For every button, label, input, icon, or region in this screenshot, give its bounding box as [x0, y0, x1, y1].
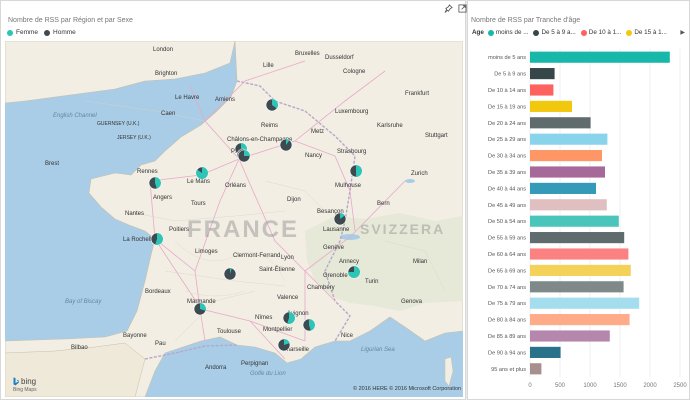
bar[interactable] — [530, 215, 619, 227]
map-legend: Femme Homme — [7, 29, 82, 36]
bar[interactable] — [530, 297, 640, 309]
region-pie-bubble[interactable] — [302, 318, 316, 332]
bar[interactable] — [530, 264, 631, 276]
bar[interactable] — [530, 182, 596, 194]
y-category-label: De 40 à 44 ans — [488, 186, 526, 192]
x-tick-label: 2000 — [643, 383, 657, 389]
bar-legend: Age moins de ... De 5 à 9 a... De 10 à 1… — [472, 29, 687, 36]
legend-homme-label: Homme — [53, 29, 76, 36]
y-category-label: De 45 à 49 ans — [488, 203, 526, 209]
map-title: Nombre de RSS par Région et par Sexe — [8, 17, 133, 24]
region-pie-bubble[interactable] — [265, 98, 279, 112]
pie-slice-femme — [244, 150, 250, 156]
bing-logo: bing — [13, 377, 36, 386]
bar[interactable] — [530, 199, 607, 211]
legend-label: De 15 à 1... — [634, 29, 667, 36]
bar-chart-title: Nombre de RSS par Tranche d'âge — [471, 17, 581, 24]
legend-dot — [580, 29, 587, 36]
y-category-label: De 90 à 94 ans — [488, 350, 526, 356]
y-category-label: De 70 à 74 ans — [488, 285, 526, 291]
region-pie-bubble[interactable] — [195, 166, 209, 180]
x-tick-label: 1500 — [613, 383, 627, 389]
x-tick-label: 2500 — [673, 383, 687, 389]
map-bubbles — [148, 98, 363, 352]
region-pie-bubble[interactable] — [333, 212, 347, 226]
region-pie-bubble[interactable] — [279, 138, 293, 152]
region-pie-bubble[interactable] — [150, 232, 164, 246]
bar[interactable] — [530, 232, 625, 244]
legend-femme-dot — [7, 29, 13, 36]
bar[interactable] — [530, 346, 561, 358]
x-tick-label: 0 — [528, 383, 532, 389]
bing-sublabel: Bing Maps — [13, 387, 37, 393]
map-copyright: © 2016 HERE © 2016 Microsoft Corporation — [353, 386, 462, 392]
region-pie-bubble[interactable] — [148, 176, 162, 190]
legend-item-10-a-14[interactable]: De 10 à 1... — [580, 29, 622, 36]
bar-chart-visual: Nombre de RSS par Tranche d'âge Age moin… — [467, 0, 690, 400]
legend-item-15-a-19[interactable]: De 15 à 1... — [626, 29, 667, 36]
bar[interactable] — [530, 117, 591, 129]
bing-icon — [13, 377, 19, 386]
legend-dot — [533, 29, 540, 36]
region-pie-bubble[interactable] — [282, 311, 296, 325]
bar[interactable] — [530, 68, 555, 80]
legend-homme-dot — [44, 29, 51, 36]
bar[interactable] — [530, 133, 608, 145]
region-pie-bubble[interactable] — [277, 338, 291, 352]
legend-item-moins-de-5[interactable]: moins de ... — [487, 29, 529, 36]
y-category-label: De 55 à 59 ans — [488, 236, 526, 242]
legend-item-femme[interactable]: Femme — [7, 29, 38, 36]
pin-icon[interactable] — [443, 4, 454, 15]
legend-item-5-a-9[interactable]: De 5 à 9 a... — [533, 29, 576, 36]
bar-chart-plot: 0 500 1000 1500 2000 2500 moins de 5 ans De 5 à… — [488, 49, 687, 389]
bar[interactable] — [530, 314, 630, 326]
y-category-label: moins de 5 ans — [488, 55, 526, 61]
legend-next-arrow-icon[interactable]: ▶ — [680, 29, 685, 36]
y-category-label: De 25 à 29 ans — [488, 137, 526, 143]
legend-label: moins de ... — [495, 29, 529, 36]
y-category-label: De 60 à 64 ans — [488, 252, 526, 258]
map-canvas[interactable]: English Channel Bay of Biscay Ligurian S… — [5, 41, 463, 397]
y-category-label: De 75 à 79 ans — [488, 301, 526, 307]
bar[interactable] — [530, 363, 542, 375]
y-category-label: De 80 à 84 ans — [488, 318, 526, 324]
bar[interactable] — [530, 84, 554, 96]
bar[interactable] — [530, 166, 605, 178]
y-category-label: De 85 à 89 ans — [488, 334, 526, 340]
y-category-label: De 30 à 34 ans — [488, 154, 526, 160]
bar-legend-heading: Age — [472, 29, 484, 36]
region-pie-bubble[interactable] — [349, 164, 363, 178]
legend-dot — [487, 29, 494, 36]
map-visual: Nombre de RSS par Région et par Sexe Fem… — [0, 0, 467, 400]
bar[interactable] — [530, 330, 610, 342]
legend-label: De 5 à 9 a... — [541, 29, 576, 36]
bing-label: bing — [21, 377, 37, 386]
y-category-label: De 10 à 14 ans — [488, 88, 526, 94]
y-category-label: De 15 à 19 ans — [488, 104, 526, 110]
region-pie-bubble[interactable] — [347, 265, 361, 279]
bar[interactable] — [530, 51, 670, 63]
legend-item-homme[interactable]: Homme — [44, 29, 76, 36]
pie-slice-femme — [356, 165, 362, 177]
y-category-label: De 35 à 39 ans — [488, 170, 526, 176]
legend-dot — [626, 29, 633, 36]
region-pie-bubble[interactable] — [193, 302, 207, 316]
y-category-label: De 65 à 69 ans — [488, 268, 526, 274]
y-category-label: De 5 à 9 ans — [494, 72, 526, 78]
legend-label: De 10 à 1... — [588, 29, 622, 36]
bar[interactable] — [530, 248, 629, 260]
bar[interactable] — [530, 281, 624, 293]
y-category-label: De 20 à 24 ans — [488, 121, 526, 127]
x-tick-label: 500 — [555, 383, 566, 389]
region-pie-bubble[interactable] — [223, 267, 237, 281]
bar[interactable] — [530, 100, 572, 112]
y-category-label: De 50 à 54 ans — [488, 219, 526, 225]
legend-femme-label: Femme — [16, 29, 39, 36]
y-category-label: 95 ans et plus — [491, 367, 526, 373]
x-tick-label: 1000 — [583, 383, 597, 389]
region-pie-bubble[interactable] — [237, 149, 251, 163]
bar[interactable] — [530, 150, 602, 162]
